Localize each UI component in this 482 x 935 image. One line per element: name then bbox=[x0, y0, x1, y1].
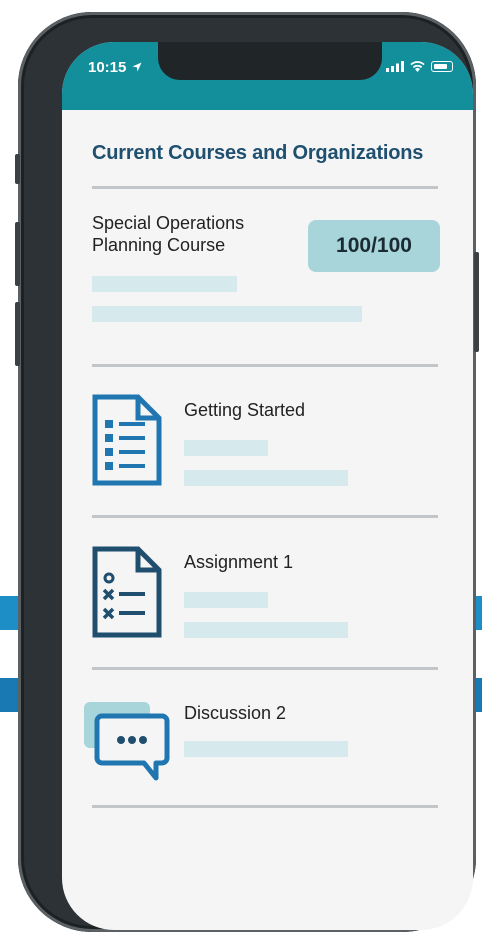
page-title: Current Courses and Organizations bbox=[92, 142, 424, 164]
placeholder-line bbox=[184, 592, 268, 608]
document-list-icon bbox=[92, 394, 162, 486]
course-score-badge: 100/100 bbox=[308, 220, 440, 272]
placeholder-line bbox=[184, 440, 268, 456]
cellular-signal-icon bbox=[386, 61, 404, 72]
placeholder-line bbox=[184, 470, 348, 486]
course-name[interactable]: Special Operations Planning Course bbox=[92, 212, 282, 256]
app-screen: 10:15 Current Courses and Organizations … bbox=[62, 42, 473, 930]
placeholder-line bbox=[92, 276, 237, 292]
placeholder-line bbox=[184, 741, 348, 757]
item-title-assignment-1[interactable]: Assignment 1 bbox=[184, 552, 293, 573]
volume-down-button bbox=[15, 302, 20, 366]
placeholder-line bbox=[184, 622, 348, 638]
battery-icon bbox=[431, 61, 453, 72]
item-title-getting-started[interactable]: Getting Started bbox=[184, 400, 305, 421]
status-bar: 10:15 bbox=[62, 42, 473, 110]
divider bbox=[92, 364, 438, 367]
wifi-icon bbox=[410, 61, 425, 72]
status-time: 10:15 bbox=[88, 59, 142, 76]
status-icons bbox=[386, 61, 453, 72]
quiz-document-icon bbox=[92, 546, 162, 638]
chat-bubbles-icon bbox=[84, 702, 170, 781]
placeholder-line bbox=[92, 306, 362, 322]
location-arrow-icon bbox=[132, 62, 142, 72]
divider bbox=[92, 186, 438, 189]
mute-switch bbox=[15, 154, 20, 184]
power-button bbox=[474, 252, 479, 352]
divider bbox=[92, 667, 438, 670]
notch bbox=[158, 42, 382, 80]
divider bbox=[92, 805, 438, 808]
phone-frame: 10:15 Current Courses and Organizations … bbox=[15, 12, 479, 932]
item-title-discussion-2[interactable]: Discussion 2 bbox=[184, 703, 286, 724]
divider bbox=[92, 515, 438, 518]
volume-up-button bbox=[15, 222, 20, 286]
